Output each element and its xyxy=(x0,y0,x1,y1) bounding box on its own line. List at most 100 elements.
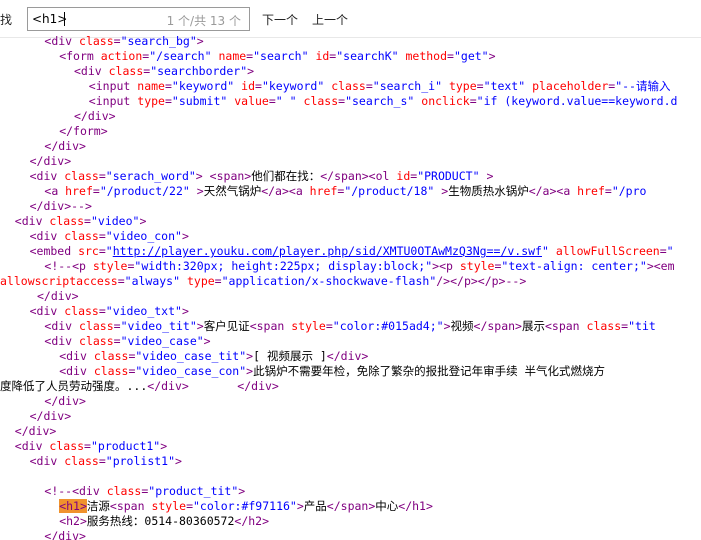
code-attribute: name xyxy=(218,49,247,63)
code-value: "/pro xyxy=(611,184,647,198)
code-tag: = xyxy=(325,319,333,333)
code-text: 客户见证 xyxy=(203,319,250,333)
code-text: 洁源 xyxy=(86,499,110,513)
code-tag: = xyxy=(255,79,262,93)
code-tag: <span xyxy=(109,499,152,513)
code-tag: = xyxy=(84,214,91,228)
code-value: "serach_word" xyxy=(105,169,196,183)
code-line: allowscriptaccess="always" type="applica… xyxy=(0,274,526,289)
code-tag: > xyxy=(160,439,168,453)
code-tag: <div xyxy=(29,229,65,243)
code-value: "/product/18" xyxy=(344,184,435,198)
code-tag: = xyxy=(164,79,172,93)
code-attribute: class xyxy=(64,169,99,183)
code-attribute: onclick xyxy=(421,94,470,108)
code-tag: = xyxy=(469,94,477,108)
code-attribute: class xyxy=(331,79,366,93)
code-line: <div class="product1"> xyxy=(15,439,167,454)
find-input[interactable] xyxy=(30,10,164,28)
code-attribute: placeholder xyxy=(532,79,609,93)
code-tag: = xyxy=(476,79,484,93)
code-tag: </div> xyxy=(37,289,79,303)
code-tag: = xyxy=(117,274,125,288)
code-line: </form> xyxy=(59,124,107,139)
code-value: " " xyxy=(275,94,297,108)
code-value: "always" xyxy=(124,274,181,288)
code-value: "width:320px; height:225px; display:bloc… xyxy=(134,259,433,273)
code-attribute: id xyxy=(396,169,411,183)
code-tag: <div xyxy=(14,439,50,453)
code-tag: = xyxy=(84,439,91,453)
code-tag: <span xyxy=(249,319,292,333)
code-value: "tit xyxy=(628,319,656,333)
code-tag: </div> xyxy=(44,394,86,408)
code-attribute: class xyxy=(49,439,85,453)
code-value: "PRODUCT" xyxy=(417,169,480,183)
code-tag: > xyxy=(196,319,204,333)
code-text: 他们都在找： xyxy=(251,169,321,183)
code-attribute: class xyxy=(93,364,129,378)
code-text: 展示 xyxy=(521,319,545,333)
code-line: <h1>洁源<span style="color:#f97116">产品</sp… xyxy=(59,499,433,514)
code-line: <div class="prolist1"> xyxy=(30,454,182,469)
code-attribute: class xyxy=(64,304,99,318)
code-line: <div class="searchborder"> xyxy=(74,64,254,79)
code-value: "--请输入 xyxy=(615,79,671,93)
code-tag: = xyxy=(659,244,667,258)
code-tag: <!--<div xyxy=(44,484,107,498)
code-line: 度降低了人员劳动强度。...</div> </div> xyxy=(0,379,279,394)
code-value: "keyword" xyxy=(171,79,235,93)
code-attribute: href xyxy=(309,184,338,198)
code-line: </div> xyxy=(74,109,116,124)
code-text: 中心 xyxy=(375,499,399,513)
code-tag: = xyxy=(113,34,121,48)
code-tag: <div xyxy=(59,364,94,378)
code-link[interactable]: http://player.youku.com/player.php/sid/X… xyxy=(113,244,542,258)
code-line: </div> xyxy=(37,289,79,304)
code-text: 此锅炉不需要年检，免除了繁杂的报批登记年审手续 半气化式燃烧方 xyxy=(253,364,606,378)
code-line: <embed src="http://player.youku.com/play… xyxy=(30,244,674,259)
code-tag: ><em xyxy=(646,259,675,273)
code-value: "video_case_tit" xyxy=(135,349,247,363)
code-tag: = xyxy=(92,184,100,198)
code-tag: <form xyxy=(59,49,101,63)
code-attribute: style xyxy=(92,259,128,273)
code-attribute: id xyxy=(241,79,256,93)
code-tag: </div> xyxy=(14,424,57,438)
code-tag: <h2> xyxy=(59,514,87,528)
code-attribute: class xyxy=(79,319,114,333)
code-tag: </div> xyxy=(74,109,116,123)
code-tag: </div> xyxy=(44,529,86,540)
code-tag: = xyxy=(98,304,106,318)
code-line: <form action="/search" name="search" id=… xyxy=(59,49,495,64)
code-tag: <a xyxy=(44,184,66,198)
code-value: "search_s" xyxy=(345,94,415,108)
code-line: <div class="video_con"> xyxy=(30,229,189,244)
text-caret xyxy=(64,12,65,26)
code-text: 产品 xyxy=(303,499,327,513)
code-tag: </div> xyxy=(44,139,86,153)
code-text: 视频 xyxy=(450,319,474,333)
code-line: </div> xyxy=(15,424,57,439)
code-text: 天然气锅炉 xyxy=(203,184,262,198)
code-value: "search_bg" xyxy=(120,34,197,48)
source-code-view[interactable]: <div class="search_bg"> <form action="/se… xyxy=(0,34,701,540)
code-value: "searchborder" xyxy=(150,64,248,78)
code-line: </div> xyxy=(30,154,72,169)
code-tag: <div xyxy=(59,349,94,363)
code-tag: = xyxy=(98,454,106,468)
code-tag: <div xyxy=(29,454,65,468)
code-tag: > xyxy=(486,169,494,183)
find-previous-button[interactable]: 上一个 xyxy=(312,11,348,28)
find-box[interactable]: 1 个/共 13 个 xyxy=(27,7,250,31)
code-line: <div class="video_case_con">此锅炉不需要年检，免除了… xyxy=(59,364,605,379)
code-tag: <div xyxy=(29,169,65,183)
code-attribute: id xyxy=(315,49,330,63)
code-line: <h2>服务热线：0514-80360572</h2> xyxy=(59,514,269,529)
find-next-button[interactable]: 下一个 xyxy=(262,11,298,28)
